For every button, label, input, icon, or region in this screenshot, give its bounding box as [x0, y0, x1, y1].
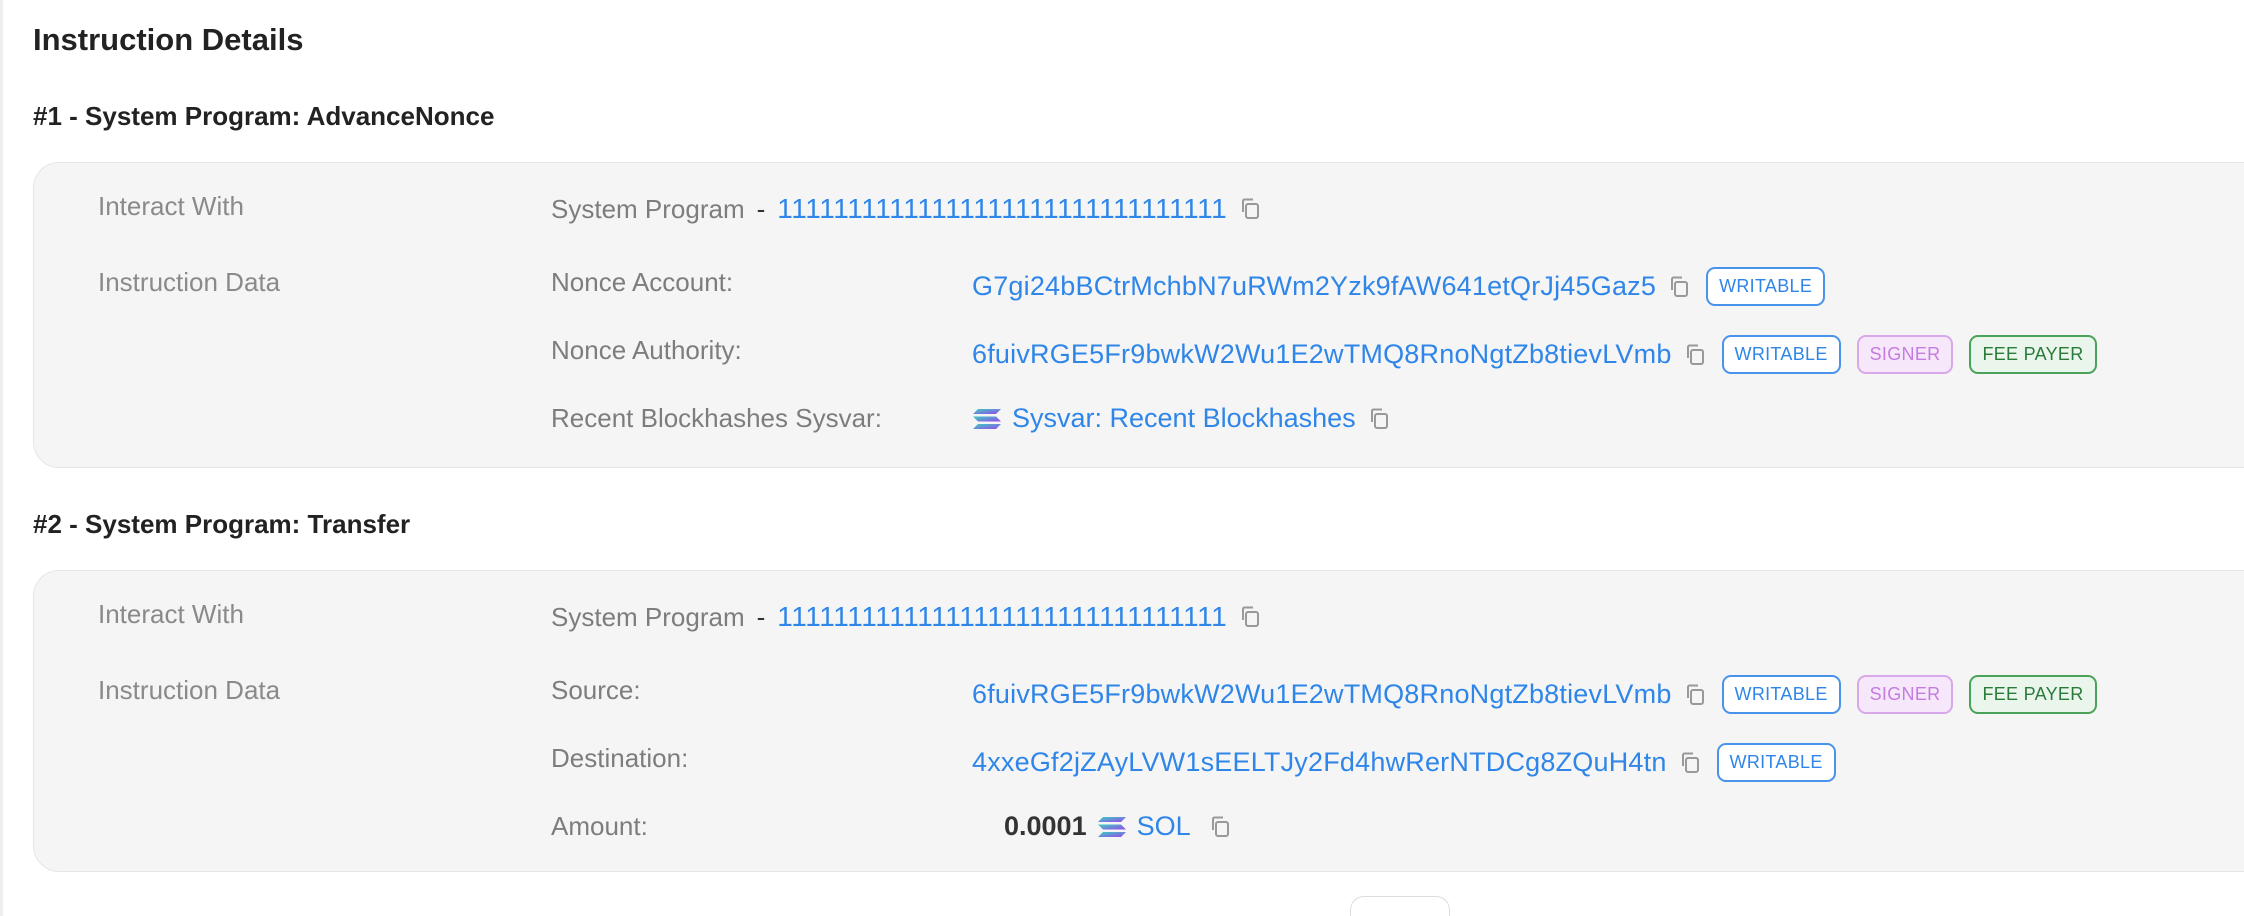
- program-address-link[interactable]: 11111111111111111111111111111111: [777, 601, 1227, 633]
- amount-value: 0.0001: [1004, 811, 1087, 841]
- signer-badge: SIGNER: [1856, 335, 1954, 374]
- program-dash: -: [756, 601, 766, 632]
- program-row: System Program - 11111111111111111111111…: [551, 601, 1261, 633]
- writable-badge: WRITABLE: [1716, 743, 1836, 782]
- copy-icon[interactable]: [1368, 407, 1390, 431]
- instruction-1-title: #1 - System Program: AdvanceNonce: [33, 101, 495, 131]
- sol-token-link[interactable]: SOL: [1137, 811, 1191, 842]
- writable-badge: WRITABLE: [1706, 267, 1826, 306]
- row-value: 0.0001 SOL: [1004, 811, 1231, 842]
- row-key: Source:: [551, 675, 641, 705]
- row-value: 6fuivRGE5Fr9bwkW2Wu1E2wTMQ8RnoNgtZb8tiev…: [972, 675, 2097, 714]
- program-row: System Program - 11111111111111111111111…: [551, 193, 1261, 225]
- source-account-link[interactable]: 6fuivRGE5Fr9bwkW2Wu1E2wTMQ8RnoNgtZb8tiev…: [972, 679, 1672, 710]
- solana-logo-icon: [972, 407, 1002, 431]
- destination-account-link[interactable]: 4xxeGf2jZAyLVW1sEELTJy2Fd4hwRerNTDCg8ZQu…: [972, 747, 1667, 778]
- signer-badge: SIGNER: [1856, 675, 1954, 714]
- row-key: Nonce Account:: [551, 267, 734, 297]
- program-dash: -: [756, 193, 766, 224]
- row-key: Recent Blockhashes Sysvar:: [551, 403, 882, 433]
- instruction-details-page: Instruction Details #1 - System Program:…: [0, 0, 2244, 916]
- row-value: Sysvar: Recent Blockhashes: [972, 403, 1390, 434]
- row-key: Amount:: [551, 811, 648, 841]
- instruction-data-label: Instruction Data: [98, 267, 281, 297]
- instruction-2-title: #2 - System Program: Transfer: [33, 509, 411, 539]
- solana-logo-icon: [1097, 815, 1127, 839]
- row-value: 6fuivRGE5Fr9bwkW2Wu1E2wTMQ8RnoNgtZb8tiev…: [972, 335, 2097, 374]
- row-key: Destination:: [551, 743, 689, 773]
- copy-icon[interactable]: [1684, 343, 1706, 367]
- copy-icon[interactable]: [1209, 815, 1231, 839]
- writable-badge: WRITABLE: [1721, 675, 1841, 714]
- program-name: System Program: [551, 193, 745, 224]
- instruction-1-card: Interact With System Program - 111111111…: [33, 162, 2244, 468]
- nonce-account-link[interactable]: G7gi24bBCtrMchbN7uRWm2Yzk9fAW641etQrJj45…: [972, 271, 1656, 302]
- row-value: G7gi24bBCtrMchbN7uRWm2Yzk9fAW641etQrJj45…: [972, 267, 1826, 306]
- fee-payer-badge: FEE PAYER: [1969, 675, 2097, 714]
- copy-icon[interactable]: [1679, 751, 1701, 775]
- row-value: 4xxeGf2jZAyLVW1sEELTJy2Fd4hwRerNTDCg8ZQu…: [972, 743, 1836, 782]
- copy-icon[interactable]: [1668, 275, 1690, 299]
- instruction-2-card: Interact With System Program - 111111111…: [33, 570, 2244, 872]
- copy-icon[interactable]: [1239, 605, 1261, 629]
- interact-with-label: Interact With: [98, 599, 244, 629]
- page-left-border: [0, 0, 3, 916]
- fee-payer-badge: FEE PAYER: [1969, 335, 2097, 374]
- writable-badge: WRITABLE: [1721, 335, 1841, 374]
- row-key: Nonce Authority:: [551, 335, 742, 365]
- nonce-authority-link[interactable]: 6fuivRGE5Fr9bwkW2Wu1E2wTMQ8RnoNgtZb8tiev…: [972, 339, 1672, 370]
- program-address-link[interactable]: 11111111111111111111111111111111: [777, 193, 1227, 225]
- bottom-tab-handle[interactable]: [1350, 896, 1450, 916]
- copy-icon[interactable]: [1239, 197, 1261, 221]
- program-name: System Program: [551, 601, 745, 632]
- sysvar-link[interactable]: Sysvar: Recent Blockhashes: [1012, 403, 1356, 434]
- copy-icon[interactable]: [1684, 683, 1706, 707]
- interact-with-label: Interact With: [98, 191, 244, 221]
- section-title: Instruction Details: [33, 22, 304, 57]
- instruction-data-label: Instruction Data: [98, 675, 281, 705]
